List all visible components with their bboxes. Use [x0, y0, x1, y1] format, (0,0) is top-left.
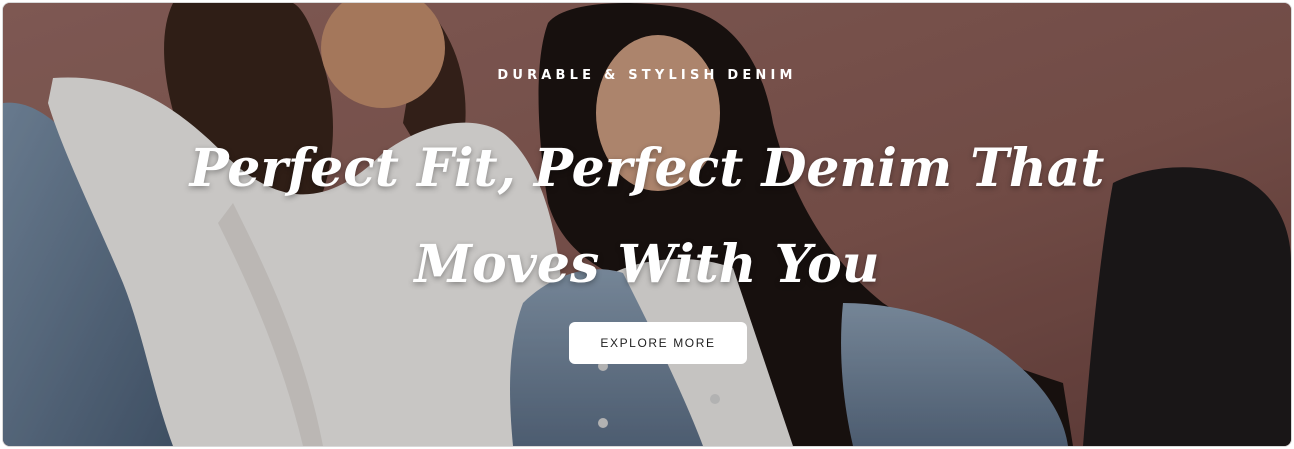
- explore-more-button[interactable]: EXPLORE MORE: [569, 322, 747, 364]
- hero-banner: DURABLE & STYLISH DENIM Perfect Fit, Per…: [3, 3, 1291, 446]
- hero-headline: Perfect Fit, Perfect Denim That Moves Wi…: [3, 121, 1291, 313]
- hero-headline-line-2: Moves With You: [414, 234, 880, 295]
- hero-headline-line-1: Perfect Fit, Perfect Denim That: [189, 138, 1105, 199]
- hero-eyebrow: DURABLE & STYLISH DENIM: [497, 68, 797, 83]
